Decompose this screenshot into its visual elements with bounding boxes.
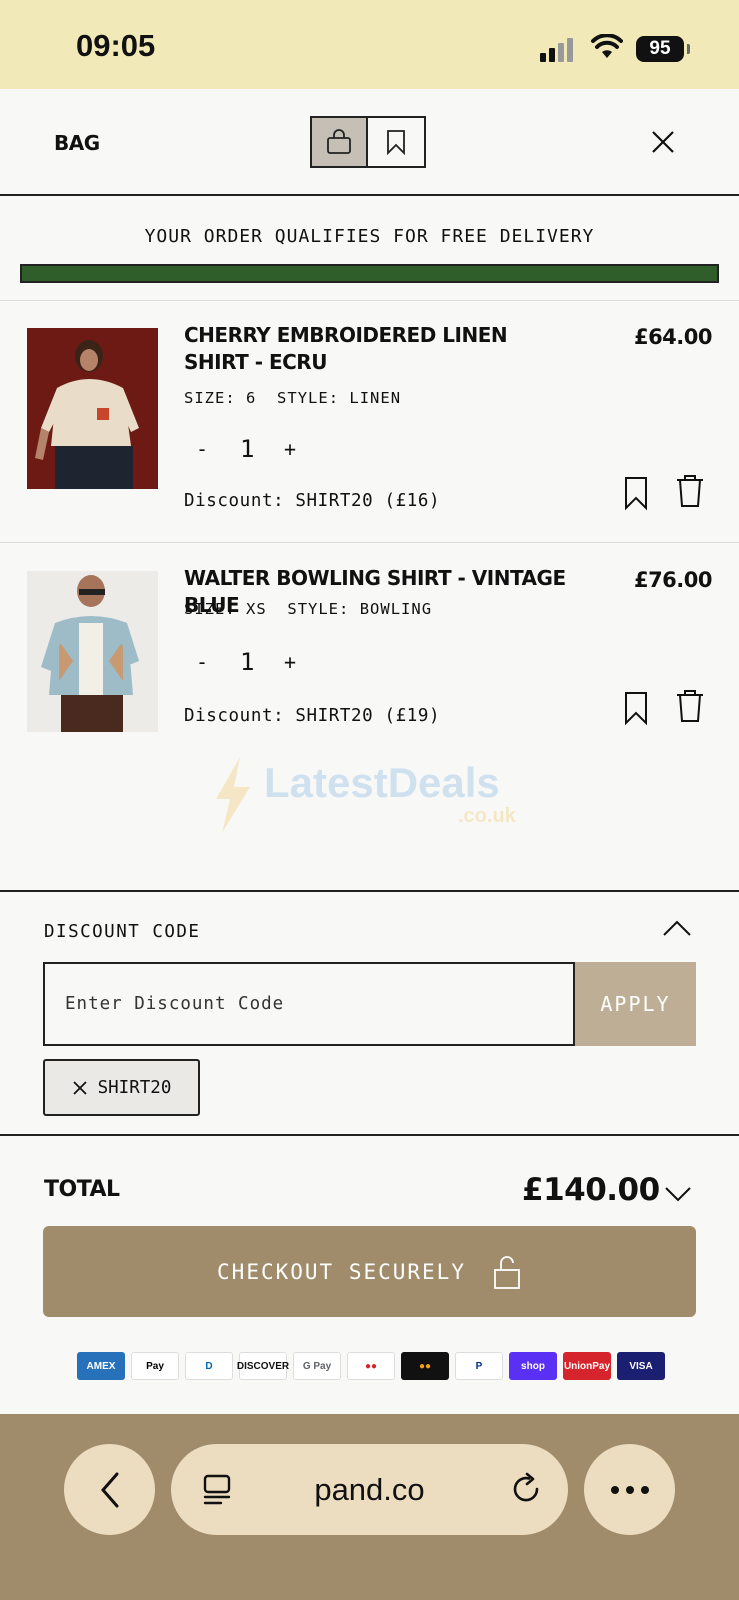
page-title: BAG <box>54 131 100 155</box>
style-value: LINEN <box>349 389 402 407</box>
product-name[interactable]: CHERRY EMBROIDERED LINEN SHIRT - ECRU <box>184 322 564 376</box>
remove-discount-icon[interactable] <box>72 1080 88 1096</box>
quantity-value: 1 <box>240 648 255 676</box>
quantity-stepper: - 1 + <box>196 648 296 676</box>
chevron-down-icon[interactable] <box>664 1185 692 1203</box>
decrease-quantity-button[interactable]: - <box>196 650 240 674</box>
address-bar[interactable]: pand.co <box>171 1444 568 1535</box>
style-value: BOWLING <box>359 600 433 618</box>
payment-logo: DISCOVER <box>237 1352 289 1380</box>
trash-icon[interactable] <box>675 473 705 509</box>
checkout-button[interactable]: CHECKOUT SECURELY <box>43 1226 696 1317</box>
payment-logo: AMEX <box>77 1352 125 1380</box>
discount-code-input[interactable]: Enter Discount Code <box>43 962 575 1046</box>
increase-quantity-button[interactable]: + <box>284 437 296 461</box>
delivery-progress-fill <box>22 266 717 281</box>
product-price: £64.00 <box>633 325 713 349</box>
chevron-up-icon[interactable] <box>662 918 692 938</box>
bag-wishlist-toggle <box>310 116 426 168</box>
shopping-bag-icon <box>327 129 351 154</box>
payment-logo: P <box>455 1352 503 1380</box>
total-label: TOTAL <box>44 1177 120 1202</box>
payment-logo: UnionPay <box>563 1352 611 1380</box>
style-label: STYLE: <box>287 600 350 618</box>
product-image[interactable] <box>27 571 158 732</box>
bag-header: BAG <box>0 89 739 196</box>
quantity-stepper: - 1 + <box>196 435 296 463</box>
bag-tab[interactable] <box>312 118 368 166</box>
signal-icon <box>540 38 578 62</box>
chevron-left-icon <box>100 1472 118 1507</box>
watermark-logo: LatestDeals .co.uk <box>210 755 530 835</box>
delivery-banner: YOUR ORDER QUALIFIES FOR FREE DELIVERY <box>0 198 739 301</box>
discount-code-section: DISCOUNT CODE Enter Discount Code APPLY … <box>0 890 739 1136</box>
product-price: £76.00 <box>633 568 713 592</box>
battery-indicator: 95 <box>636 36 690 62</box>
discount-section-title: DISCOUNT CODE <box>44 922 201 942</box>
browser-toolbar: pand.co <box>0 1414 739 1600</box>
apply-button[interactable]: APPLY <box>575 962 696 1046</box>
lightning-icon <box>216 757 250 833</box>
applied-discount-chip: SHIRT20 <box>43 1059 200 1116</box>
wishlist-tab[interactable] <box>368 118 424 166</box>
watermark-suffix: .co.uk <box>458 805 516 827</box>
wifi-icon <box>591 34 623 58</box>
payment-logo: Pay <box>131 1352 179 1380</box>
checkout-label: CHECKOUT SECURELY <box>217 1259 466 1284</box>
size-label: SIZE: <box>184 389 236 407</box>
size-value: 6 <box>246 389 257 407</box>
total-price: £140.00 <box>522 1172 660 1208</box>
increase-quantity-button[interactable]: + <box>284 650 296 674</box>
size-value: XS <box>246 600 267 618</box>
payment-methods: AMEX Pay D DISCOVER G Pay ●● ●● Pshop UnionPay VI… <box>77 1352 665 1380</box>
payment-logo: shop <box>509 1352 557 1380</box>
reload-icon[interactable] <box>509 1472 543 1506</box>
unlock-icon <box>494 1255 520 1289</box>
close-icon[interactable] <box>650 129 676 155</box>
payment-logo: D <box>185 1352 233 1380</box>
more-options-button[interactable] <box>584 1444 675 1535</box>
save-for-later-icon[interactable] <box>621 475 651 511</box>
quantity-value: 1 <box>240 435 255 463</box>
item-discount: Discount: SHIRT20 (£16) <box>184 491 441 511</box>
product-image[interactable] <box>27 328 158 489</box>
product-attributes: SIZE: XS STYLE: BOWLING <box>184 600 432 618</box>
cart-item: WALTER BOWLING SHIRT - VINTAGE BLUE £76.… <box>0 544 739 744</box>
style-label: STYLE: <box>277 389 340 407</box>
payment-logo: ●● <box>401 1352 449 1380</box>
payment-logo: G Pay <box>293 1352 341 1380</box>
back-button[interactable] <box>64 1444 155 1535</box>
bookmark-icon <box>387 130 405 155</box>
decrease-quantity-button[interactable]: - <box>196 437 240 461</box>
cart-item: CHERRY EMBROIDERED LINEN SHIRT - ECRU £6… <box>0 301 739 543</box>
ellipsis-icon <box>610 1485 649 1494</box>
size-label: SIZE: <box>184 600 236 618</box>
item-discount: Discount: SHIRT20 (£19) <box>184 706 441 726</box>
delivery-progress-bar <box>20 264 719 283</box>
status-bar: 09:05 95 <box>0 0 739 89</box>
applied-discount-code: SHIRT20 <box>97 1077 172 1098</box>
save-for-later-icon[interactable] <box>621 690 651 726</box>
payment-logo: VISA <box>617 1352 665 1380</box>
status-time: 09:05 <box>76 28 156 63</box>
delivery-message: YOUR ORDER QUALIFIES FOR FREE DELIVERY <box>144 226 595 247</box>
payment-logo: ●● <box>347 1352 395 1380</box>
product-attributes: SIZE: 6 STYLE: LINEN <box>184 389 401 407</box>
trash-icon[interactable] <box>675 688 705 724</box>
watermark-brand: LatestDeals <box>264 759 500 806</box>
